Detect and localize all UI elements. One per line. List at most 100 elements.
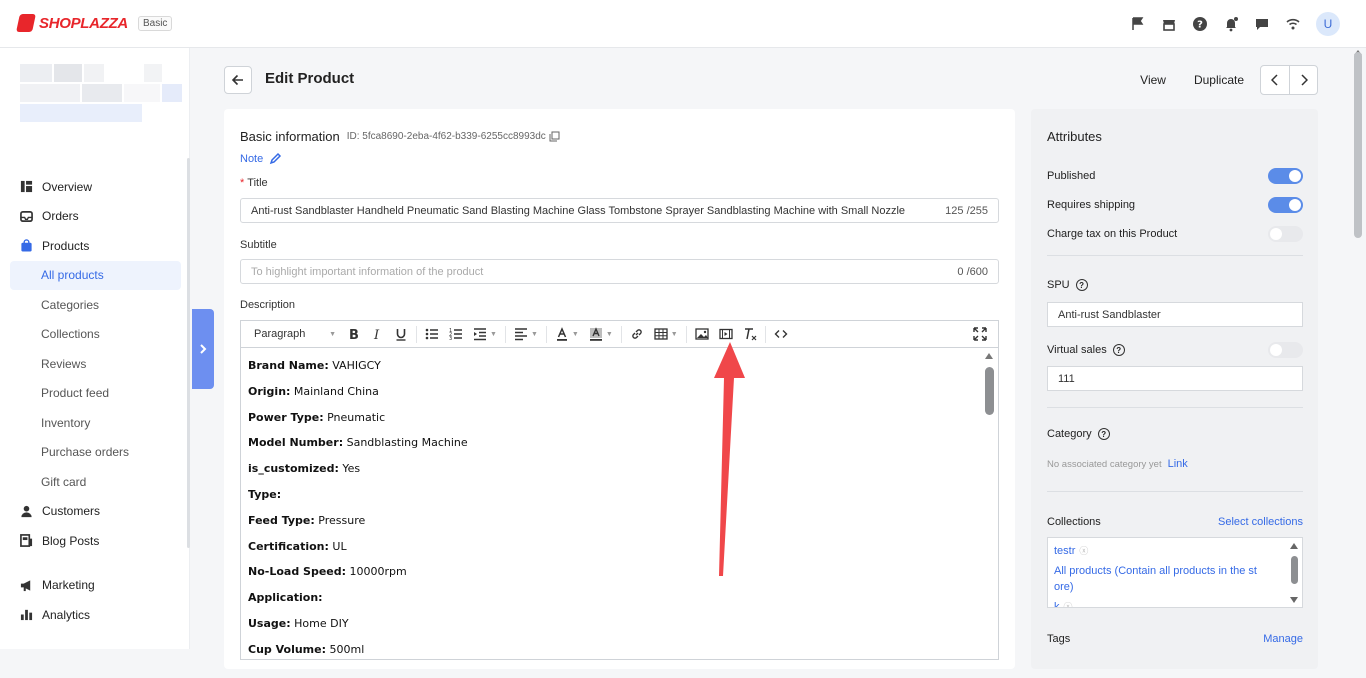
- chevron-right-icon: [200, 344, 207, 354]
- help-icon[interactable]: ?: [1112, 344, 1125, 356]
- help-icon[interactable]: ?: [1192, 16, 1208, 32]
- bullet-list-button[interactable]: [420, 321, 444, 348]
- duplicate-button[interactable]: Duplicate: [1194, 73, 1244, 87]
- subtitle-input[interactable]: To highlight important information of th…: [240, 259, 999, 284]
- manage-tags-link[interactable]: Manage: [1263, 633, 1303, 645]
- code-icon: [774, 330, 788, 338]
- sidebar-item-overview[interactable]: Overview: [10, 172, 181, 202]
- spec-value: Sandblasting Machine: [346, 436, 468, 450]
- spec-line: Certification: UL: [248, 539, 991, 565]
- next-product-button[interactable]: [1289, 66, 1317, 94]
- underline-button[interactable]: [389, 321, 413, 348]
- note-link[interactable]: Note: [240, 152, 282, 165]
- sidebar-item-inventory[interactable]: Inventory: [10, 408, 181, 438]
- insert-video-button[interactable]: [714, 321, 738, 348]
- description-editor: Paragraph ▼ B I 123 ▼ ▼ ▼ ▼ ▼ Brand Name…: [240, 320, 999, 660]
- top-icons: ? U: [1130, 12, 1340, 36]
- font-color-button[interactable]: ▼: [550, 321, 584, 348]
- sidebar-scrollbar[interactable]: [187, 158, 190, 548]
- indent-button[interactable]: ▼: [468, 321, 502, 348]
- caret-down-icon: ▼: [571, 330, 579, 338]
- virtual-sales-input[interactable]: 111: [1047, 366, 1303, 391]
- sidebar-item-reviews[interactable]: Reviews: [10, 349, 181, 379]
- page-scrollbar-thumb[interactable]: [1354, 52, 1362, 238]
- sidebar-item-categories[interactable]: Categories: [10, 290, 181, 320]
- chat-icon[interactable]: [1254, 16, 1270, 32]
- sidebar-item-label: Analytics: [42, 607, 91, 622]
- divider: [1047, 491, 1303, 492]
- select-collections-link[interactable]: Select collections: [1218, 516, 1303, 528]
- requires-shipping-toggle[interactable]: [1268, 197, 1303, 213]
- collections-scroll-up[interactable]: [1290, 543, 1298, 549]
- sidebar-item-analytics[interactable]: Analytics: [10, 600, 181, 630]
- sidebar-item-label: Product feed: [41, 386, 110, 401]
- numbered-list-button[interactable]: 123: [444, 321, 468, 348]
- sidebar-item-customers[interactable]: Customers: [10, 497, 181, 527]
- title-label-text: Title: [247, 177, 268, 189]
- sidebar-item-collections[interactable]: Collections: [10, 320, 181, 350]
- bold-button[interactable]: B: [341, 321, 365, 348]
- previous-product-button[interactable]: [1261, 66, 1289, 94]
- collection-tag[interactable]: k ⓧ: [1054, 599, 1296, 608]
- remove-icon[interactable]: ⓧ: [1079, 543, 1088, 559]
- svg-text:?: ?: [1197, 20, 1203, 31]
- paragraph-format-select[interactable]: Paragraph ▼: [249, 321, 341, 348]
- shoplazza-logo[interactable]: SHOPLAZZA Basic: [16, 14, 173, 32]
- title-char-count: 125 /255: [945, 204, 988, 217]
- bell-icon[interactable]: [1223, 16, 1239, 32]
- source-code-button[interactable]: [769, 321, 793, 348]
- collections-list: testr ⓧ All products (Contain all product…: [1047, 537, 1303, 608]
- user-icon: [21, 505, 32, 517]
- editor-scrollbar-thumb[interactable]: [985, 367, 994, 415]
- sidebar-item-all-products[interactable]: All products: [10, 260, 181, 290]
- flag-icon[interactable]: [1130, 16, 1146, 32]
- sidebar-item-marketing[interactable]: Marketing: [10, 571, 181, 601]
- collections-scrollbar-thumb[interactable]: [1291, 556, 1298, 584]
- collection-tag[interactable]: All products (Contain all products in th…: [1054, 563, 1274, 595]
- editor-scroll-up-arrow[interactable]: [985, 353, 993, 359]
- editor-content[interactable]: Brand Name: VAHIGCY Origin: Mainland Chin…: [241, 348, 998, 678]
- published-toggle[interactable]: [1268, 168, 1303, 184]
- sidebar-item-purchase-orders[interactable]: Purchase orders: [10, 438, 181, 468]
- help-icon[interactable]: ?: [1097, 428, 1110, 440]
- sidebar-item-label: Products: [42, 238, 90, 253]
- sidebar-item-blog-posts[interactable]: Blog Posts: [10, 526, 181, 556]
- copy-icon[interactable]: [549, 131, 560, 142]
- toolbar-separator: [685, 325, 687, 343]
- spu-input[interactable]: Anti-rust Sandblaster: [1047, 302, 1303, 327]
- collection-tag[interactable]: testr ⓧ: [1054, 543, 1296, 559]
- store-icon[interactable]: [1161, 16, 1177, 32]
- virtual-sales-toggle[interactable]: [1268, 342, 1303, 358]
- sidebar-item-product-feed[interactable]: Product feed: [10, 379, 181, 409]
- help-icon[interactable]: ?: [1075, 279, 1088, 291]
- collection-name: k: [1054, 601, 1060, 608]
- sidebar-item-gift-card[interactable]: Gift card: [10, 467, 181, 497]
- spec-key: Power Type:: [248, 410, 324, 424]
- table-button[interactable]: ▼: [649, 321, 683, 348]
- background-color-button[interactable]: ▼: [584, 321, 618, 348]
- collections-header: Collections Select collections: [1047, 513, 1303, 531]
- remove-icon[interactable]: ⓧ: [1064, 599, 1073, 607]
- category-link-button[interactable]: Link: [1168, 458, 1188, 470]
- insert-image-button[interactable]: [690, 321, 714, 348]
- toolbar-separator: [416, 325, 417, 343]
- view-button[interactable]: View: [1140, 73, 1166, 87]
- fullscreen-button[interactable]: [968, 321, 992, 348]
- clear-format-button[interactable]: [738, 321, 762, 348]
- charge-tax-toggle[interactable]: [1268, 226, 1303, 242]
- align-button[interactable]: ▼: [509, 321, 543, 348]
- back-button[interactable]: [224, 66, 252, 94]
- avatar[interactable]: U: [1316, 12, 1340, 36]
- sidebar-item-orders[interactable]: Orders: [10, 202, 181, 232]
- italic-button[interactable]: I: [365, 321, 389, 348]
- store-switcher-blurred[interactable]: [20, 64, 182, 144]
- spec-line: Power Type: Pneumatic: [248, 410, 991, 436]
- wifi-icon[interactable]: [1285, 16, 1301, 32]
- spec-key: No-Load Speed:: [248, 565, 347, 579]
- collections-scroll-down[interactable]: [1290, 597, 1298, 603]
- link-button[interactable]: [625, 321, 649, 348]
- sidebar-collapse-toggle[interactable]: [192, 309, 214, 389]
- title-input[interactable]: Anti-rust Sandblaster Handheld Pneumatic…: [240, 198, 999, 223]
- attributes-card: Attributes Published Requires shipping C…: [1031, 109, 1318, 669]
- sidebar-item-products[interactable]: Products: [10, 231, 181, 261]
